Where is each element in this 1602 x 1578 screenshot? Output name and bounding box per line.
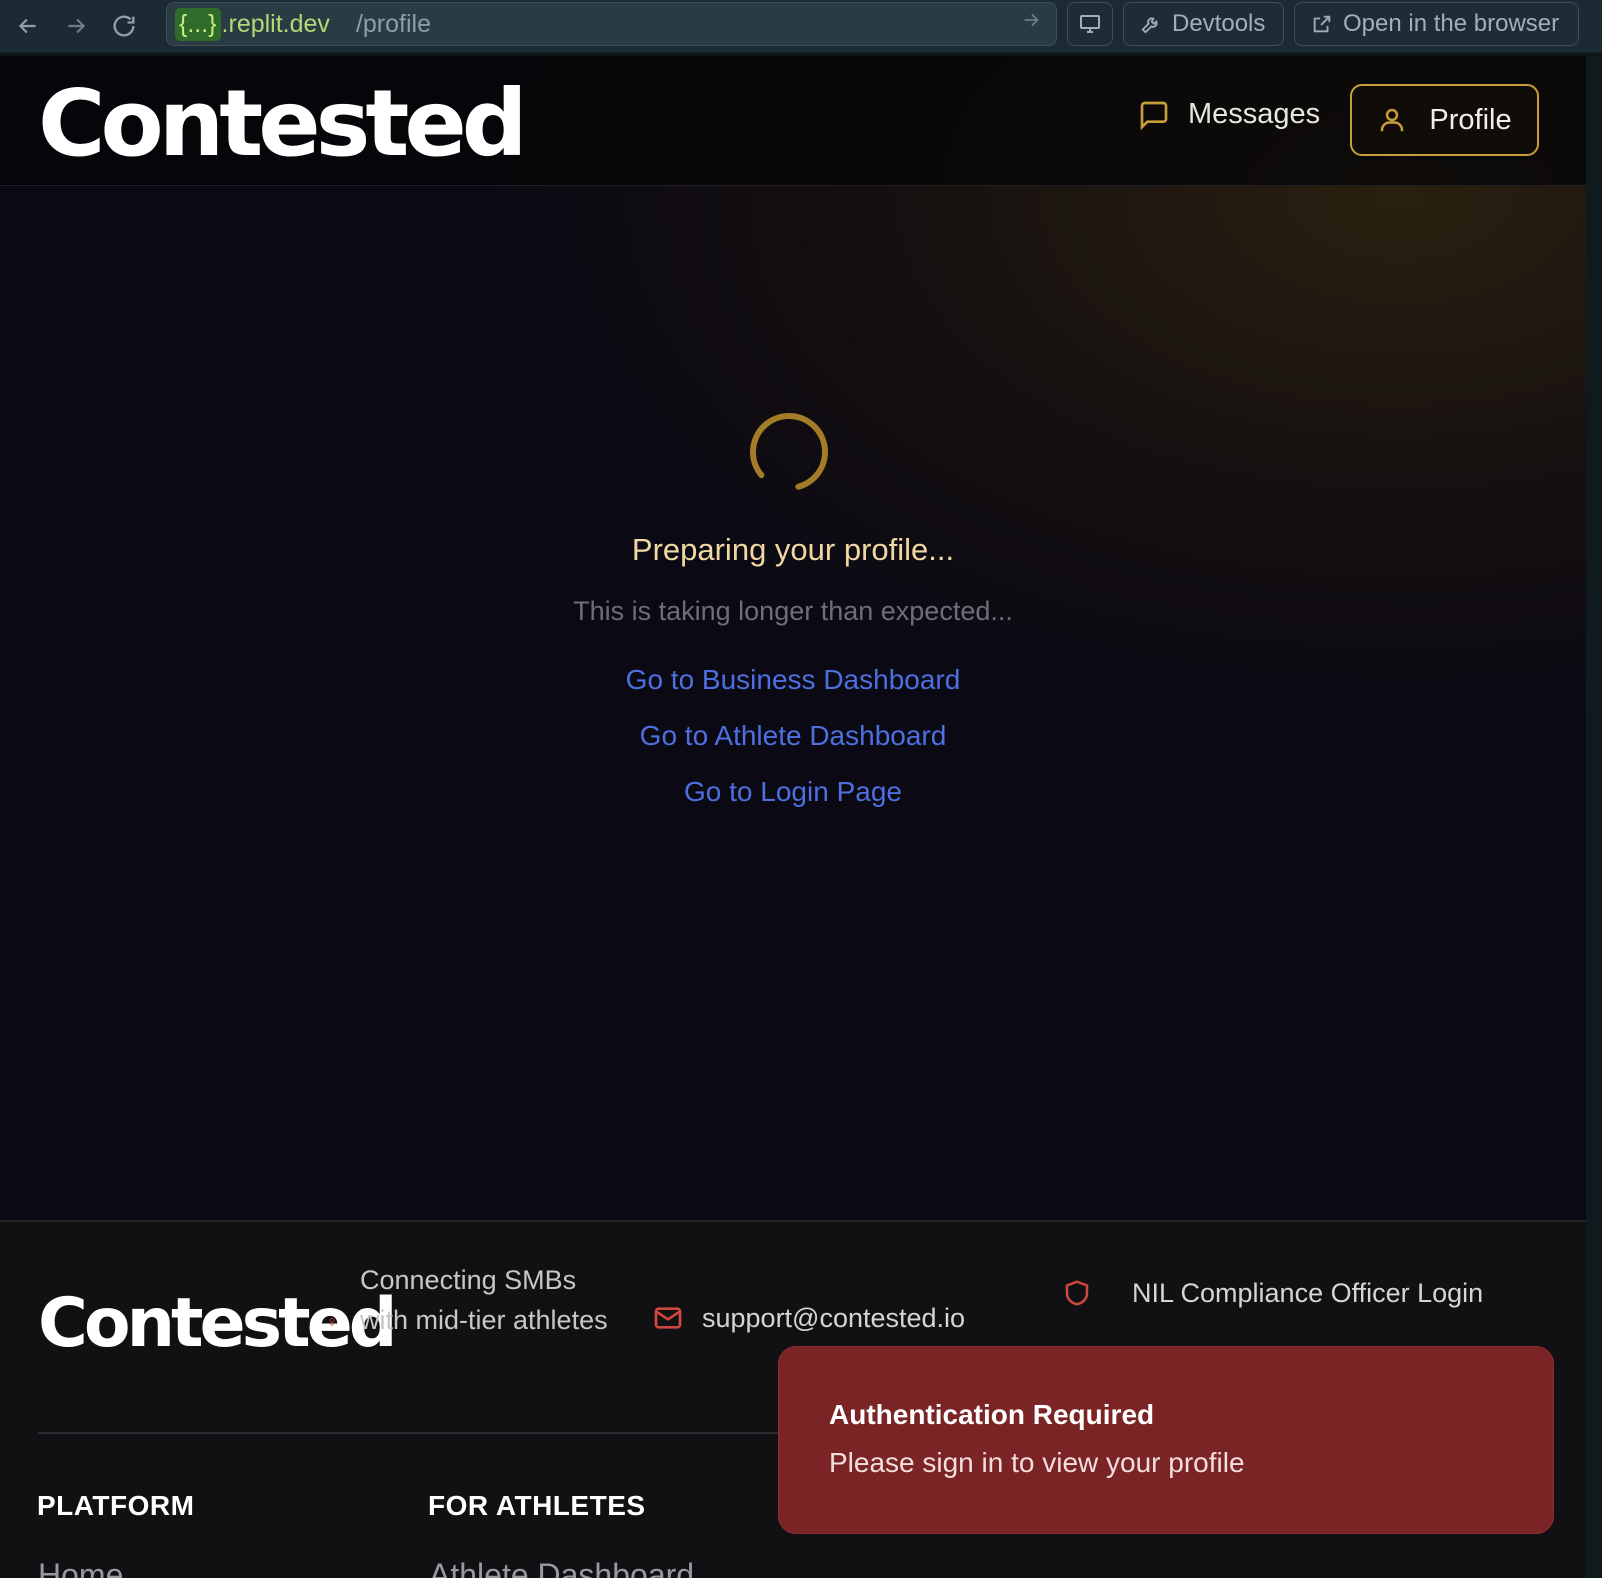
reload-icon — [113, 15, 135, 37]
footer-link-athlete-dashboard[interactable]: Athlete Dashboard — [429, 1557, 694, 1578]
profile-label: Profile — [1429, 103, 1512, 136]
mail-icon — [654, 1307, 682, 1329]
screen-toggle-button[interactable] — [1067, 2, 1113, 46]
forward-button[interactable] — [52, 6, 100, 46]
footer-heading-platform: PLATFORM — [37, 1490, 195, 1521]
external-link-icon — [1313, 15, 1331, 33]
nil-login-label: NIL Compliance Officer Login — [1132, 1277, 1484, 1308]
site-header: Contested Messages Profile — [0, 56, 1586, 186]
url-badge: {...} — [175, 7, 221, 41]
monitor-icon — [1080, 15, 1100, 33]
profile-button[interactable]: Profile — [1350, 84, 1539, 156]
open-in-browser-label: Open in the browser — [1343, 10, 1560, 37]
status-subtitle: This is taking longer than expected... — [573, 596, 1013, 626]
auth-toast[interactable]: Authentication Required Please sign in t… — [778, 1346, 1554, 1534]
url-path: /profile — [355, 9, 431, 38]
support-email: support@contested.io — [702, 1302, 966, 1333]
devtools-label: Devtools — [1172, 10, 1266, 37]
scrollbar-track[interactable] — [1586, 56, 1602, 1578]
devtools-button[interactable]: Devtools — [1123, 2, 1284, 46]
browser-toolbar: {...} .replit.dev /profile Devtools Open… — [0, 0, 1602, 54]
url-host: {...} .replit.dev — [175, 7, 330, 41]
support-email-link[interactable]: support@contested.io — [652, 1302, 965, 1334]
business-dashboard-link[interactable]: Go to Business Dashboard — [0, 664, 1586, 696]
footer-link-home[interactable]: Home — [38, 1557, 123, 1578]
footer-tagline: Connecting SMBs with mid-tier athletes — [360, 1265, 608, 1335]
back-button[interactable] — [4, 6, 52, 46]
open-in-browser-button[interactable]: Open in the browser — [1294, 2, 1579, 46]
arrow-right-icon — [68, 18, 86, 34]
login-page-link[interactable]: Go to Login Page — [0, 776, 1586, 808]
athlete-dashboard-link[interactable]: Go to Athlete Dashboard — [0, 720, 1586, 752]
url-host-text: .replit.dev — [221, 9, 330, 38]
trophy-icon: ♀ — [326, 1314, 338, 1331]
status-title: Preparing your profile... — [631, 532, 955, 567]
toast-message: Please sign in to view your profile — [829, 1447, 1245, 1478]
user-icon — [1381, 108, 1404, 132]
footer-logo[interactable]: Contested — [38, 1284, 397, 1363]
arrow-left-icon — [18, 18, 36, 34]
wrench-icon — [1141, 17, 1158, 34]
footer-heading-athletes: FOR ATHLETES — [428, 1490, 646, 1521]
url-bar[interactable]: {...} .replit.dev /profile — [166, 2, 1057, 46]
messages-link[interactable]: Messages — [1138, 98, 1320, 131]
toast-title: Authentication Required — [829, 1399, 1155, 1430]
message-square-icon — [1140, 101, 1168, 130]
loading-spinner-icon — [750, 413, 828, 491]
shield-icon — [1065, 1280, 1089, 1306]
nil-login-link[interactable]: NIL Compliance Officer Login — [1062, 1277, 1483, 1309]
messages-label: Messages — [1188, 98, 1321, 130]
go-arrow-icon[interactable] — [1020, 9, 1042, 38]
loading-section: Preparing your profile... This is taking… — [0, 186, 1586, 1216]
reload-button[interactable] — [100, 6, 148, 46]
site-logo[interactable]: Contested — [38, 70, 528, 177]
